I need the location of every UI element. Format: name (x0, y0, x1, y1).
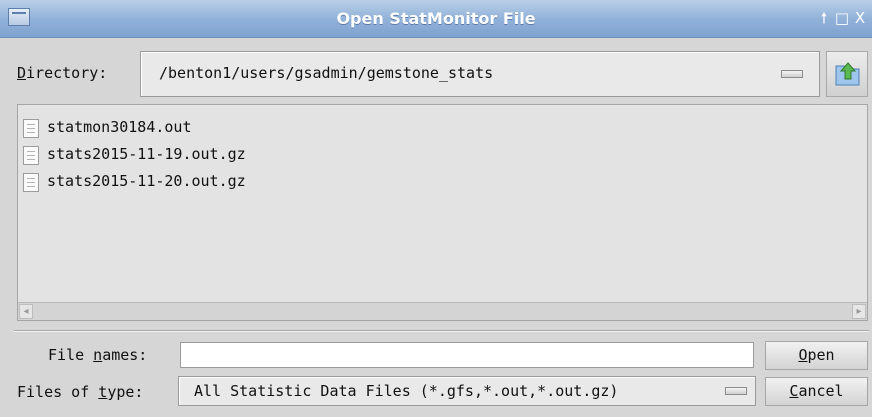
open-statmonitor-dialog: Open StatMonitor File 🠕 □ X Directory: /… (0, 0, 872, 417)
file-names-input[interactable] (180, 342, 754, 368)
list-item[interactable]: statmon30184.out (23, 115, 273, 141)
file-list[interactable]: statmon30184.out stats2015-11-19.out.gz … (17, 104, 868, 321)
combo-dropdown-icon[interactable] (725, 387, 747, 395)
close-icon[interactable]: X (850, 8, 870, 28)
window-title: Open StatMonitor File (336, 9, 536, 28)
directory-path: /benton1/users/gsadmin/gemstone_stats (159, 64, 494, 82)
separator (14, 330, 869, 332)
list-item[interactable]: stats2015-11-19.out.gz (23, 142, 323, 168)
file-names-label: File names: (48, 346, 148, 364)
file-name: stats2015-11-20.out.gz (47, 172, 246, 190)
list-item[interactable]: stats2015-11-20.out.gz (23, 169, 323, 195)
scroll-left-icon[interactable]: ◂ (19, 304, 33, 319)
document-icon (23, 173, 39, 192)
scroll-right-icon[interactable]: ▸ (852, 304, 866, 319)
file-type-combo[interactable]: All Statistic Data Files (*.gfs,*.out,*.… (178, 376, 756, 406)
file-name: stats2015-11-19.out.gz (47, 145, 246, 163)
cancel-button[interactable]: Cancel (765, 377, 868, 406)
file-type-selected: All Statistic Data Files (*.gfs,*.out,*.… (194, 382, 619, 400)
shade-icon[interactable]: 🠕 (814, 8, 834, 28)
document-icon (23, 119, 39, 138)
folder-up-icon (835, 62, 860, 86)
maximize-icon[interactable]: □ (832, 8, 852, 28)
combo-dropdown-icon[interactable] (781, 70, 803, 78)
horizontal-scrollbar[interactable]: ◂ ▸ (18, 302, 867, 320)
document-icon (23, 146, 39, 165)
file-type-label: Files of type: (17, 383, 144, 401)
directory-label: Directory: (17, 64, 108, 82)
file-name: statmon30184.out (47, 118, 192, 136)
title-bar[interactable]: Open StatMonitor File 🠕 □ X (0, 0, 872, 38)
directory-combo[interactable]: /benton1/users/gsadmin/gemstone_stats (140, 51, 820, 97)
open-button[interactable]: Open (765, 341, 868, 370)
parent-directory-button[interactable] (826, 51, 868, 97)
